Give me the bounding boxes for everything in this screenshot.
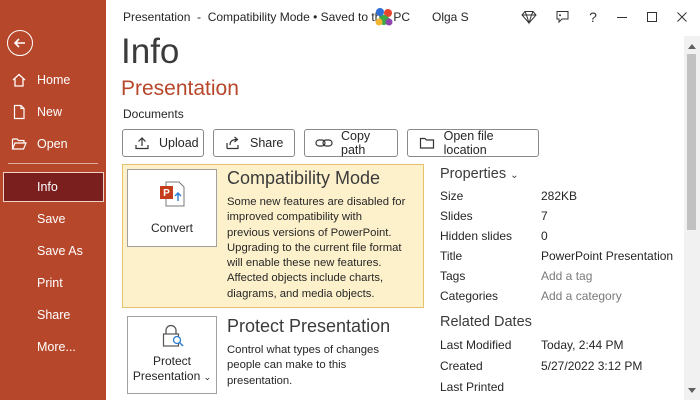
nav-label: Save As [37, 244, 83, 258]
protect-label-text: Presentation [132, 369, 201, 383]
scrollbar-thumb[interactable] [687, 54, 696, 230]
close-icon[interactable] [673, 8, 691, 26]
sidebar-divider [8, 163, 98, 164]
lock-icon [159, 323, 185, 352]
upload-label: Upload [159, 136, 199, 150]
avatar[interactable] [372, 5, 396, 29]
title-property-value[interactable]: PowerPoint Presentation [541, 249, 673, 263]
scroll-up-icon[interactable] [684, 38, 700, 54]
nav-label: Print [37, 276, 63, 290]
properties-heading[interactable]: Properties ⌄ [440, 166, 519, 182]
protect-title: Protect Presentation [227, 316, 391, 336]
diamond-icon[interactable] [520, 8, 538, 26]
chevron-down-icon: ⌄ [203, 372, 212, 382]
feedback-icon[interactable] [553, 8, 571, 26]
nav-label: Home [37, 73, 71, 87]
nav-home[interactable]: Home [0, 65, 106, 95]
nav-label: Open [37, 137, 68, 151]
back-button[interactable] [7, 30, 33, 56]
date-key: Last Printed [440, 380, 505, 394]
home-icon [11, 72, 27, 88]
nav-label: Share [37, 308, 71, 322]
user-name[interactable]: Olga S [432, 10, 469, 24]
share-icon [224, 135, 242, 151]
document-location: Documents [123, 107, 184, 121]
tags-input[interactable]: Add a tag [541, 269, 592, 283]
folder-open-icon [11, 136, 27, 152]
description-line: Some new features are disabled for [227, 196, 406, 208]
window-title: Presentation - Compatibility Mode • Save… [123, 10, 410, 24]
description-line: previous versions of PowerPoint. [227, 226, 392, 239]
new-document-icon [11, 104, 27, 120]
description-line: Control what types of changes [227, 344, 379, 356]
description-line: Affected objects include charts, [227, 272, 384, 285]
protect-description: Control what types of changes people can… [227, 343, 379, 389]
nav-label: New [37, 105, 63, 119]
upload-button[interactable]: Upload [122, 129, 204, 157]
property-key: Size [440, 189, 464, 203]
compatibility-description: Some new features are disabled for impro… [227, 195, 405, 302]
description-line: diagrams, and media objects. [227, 287, 375, 300]
date-key: Last Modified [440, 338, 512, 352]
description-line: people can make to this [227, 359, 347, 372]
description-line: presentation. [227, 374, 293, 387]
property-value: 282KB [541, 189, 578, 203]
maximize-icon[interactable] [643, 8, 661, 26]
date-value: Today, 2:44 PM [541, 338, 624, 352]
nav-print[interactable]: Print [0, 268, 106, 298]
description-line: will enable these new features. [227, 257, 382, 270]
related-dates-heading: Related Dates [440, 314, 532, 330]
convert-label: Convert [150, 221, 194, 235]
open-file-location-button[interactable]: Open file location [407, 129, 539, 157]
title-bar: Presentation - Compatibility Mode • Save… [106, 0, 700, 34]
property-key: Tags [440, 269, 466, 283]
categories-input[interactable]: Add a category [541, 289, 622, 303]
property-key: Categories [440, 289, 499, 303]
share-button[interactable]: Share [213, 129, 295, 157]
nav-info[interactable]: Info [3, 172, 104, 202]
convert-icon: P [157, 180, 187, 211]
upload-icon [133, 135, 151, 151]
copy-path-button[interactable]: Copy path [304, 129, 398, 157]
chevron-down-icon: ⌄ [510, 170, 519, 181]
scroll-down-icon[interactable] [684, 383, 700, 399]
property-key: Hidden slides [440, 229, 513, 243]
arrow-left-icon [13, 38, 25, 48]
compatibility-title: Compatibility Mode [227, 168, 381, 188]
page-title: Info [121, 32, 180, 71]
property-key: Slides [440, 209, 473, 223]
nav-save[interactable]: Save [0, 204, 106, 234]
link-icon [315, 135, 333, 151]
protect-presentation-button[interactable]: Protect Presentation ⌄ [127, 316, 217, 394]
convert-button[interactable]: P Convert [127, 169, 217, 247]
backstage-sidebar: Home New Open Info Save Save As Print Sh… [0, 0, 106, 400]
nav-open[interactable]: Open [0, 129, 106, 159]
minimize-icon[interactable] [613, 8, 631, 26]
description-line: Upgrading to the current file format [227, 241, 402, 254]
nav-share[interactable]: Share [0, 300, 106, 330]
document-name: Presentation [121, 77, 239, 100]
folder-icon [418, 135, 436, 151]
date-key: Created [440, 359, 483, 373]
nav-more[interactable]: More... [0, 332, 106, 362]
description-line: improved compatibility with [227, 211, 362, 224]
share-label: Share [250, 136, 284, 150]
nav-save-as[interactable]: Save As [0, 236, 106, 266]
property-value: 0 [541, 229, 548, 243]
nav-label: Save [37, 212, 66, 226]
open-file-location-label: Open file location [443, 129, 494, 157]
help-icon[interactable]: ? [584, 8, 602, 26]
nav-label: Info [37, 180, 58, 194]
copy-path-label: Copy path [341, 129, 371, 157]
nav-label: More... [37, 340, 76, 354]
svg-text:P: P [163, 188, 170, 199]
protect-label-line1: Protect [152, 354, 191, 368]
property-key: Title [440, 249, 463, 263]
property-value: 7 [541, 209, 548, 223]
nav-new[interactable]: New [0, 97, 106, 127]
date-value: 5/27/2022 3:12 PM [541, 359, 643, 373]
protect-label-line2: Presentation ⌄ [133, 369, 211, 385]
properties-label: Properties [440, 166, 507, 182]
